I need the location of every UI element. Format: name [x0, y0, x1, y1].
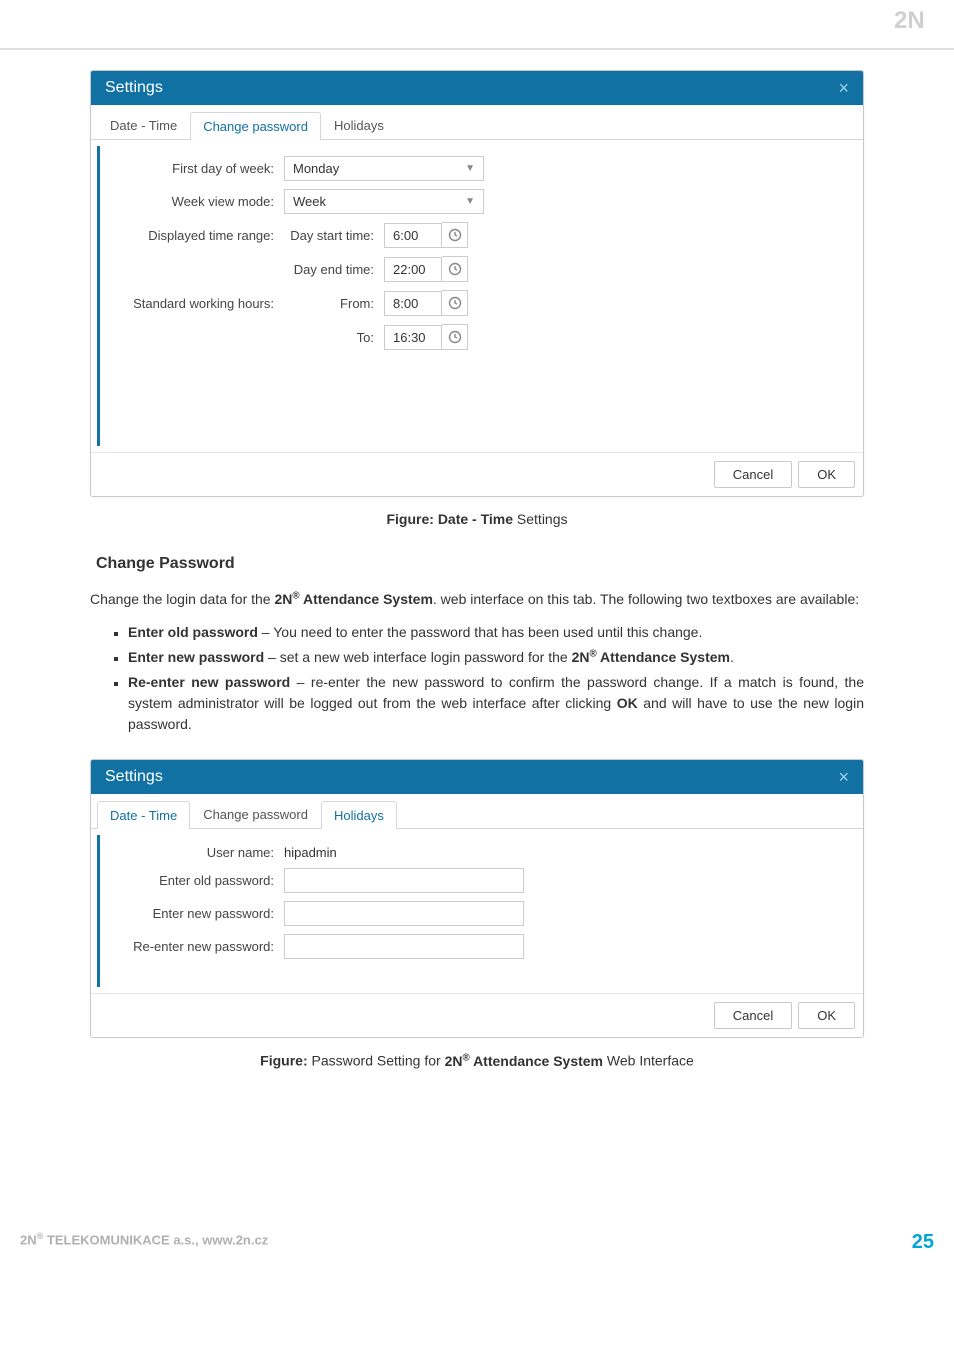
- oldpw-label: Enter old password:: [114, 873, 284, 888]
- modal-body: First day of week: Monday ▼ Week view mo…: [97, 146, 857, 446]
- week-view-select[interactable]: Week ▼: [284, 189, 484, 214]
- day-start-label: Day start time:: [284, 228, 384, 243]
- page-header: 2N: [0, 0, 954, 50]
- tab-holidays[interactable]: Holidays: [321, 801, 397, 829]
- bullet-reenter-password: Re-enter new password – re-enter the new…: [128, 672, 864, 735]
- displayed-range-label: Displayed time range:: [114, 228, 284, 243]
- page-content: Settings × Date - Time Change password H…: [0, 50, 954, 1217]
- svg-text:2N: 2N: [894, 7, 925, 34]
- clock-icon[interactable]: [442, 222, 468, 248]
- tab-holidays[interactable]: Holidays: [321, 111, 397, 139]
- figure-caption-1: Figure: Date - Time Settings: [90, 511, 864, 527]
- bullet-new-password: Enter new password – set a new web inter…: [128, 647, 864, 668]
- settings-modal-password: Settings × Date - Time Change password H…: [90, 759, 864, 1038]
- day-end-label: Day end time:: [284, 262, 384, 277]
- ok-button[interactable]: OK: [798, 461, 855, 488]
- week-view-value: Week: [293, 194, 326, 209]
- day-start-input[interactable]: [384, 223, 442, 248]
- close-icon[interactable]: ×: [838, 79, 849, 97]
- chevron-down-icon: ▼: [465, 163, 475, 174]
- page-footer: 2N® TELEKOMUNIKACE a.s., www.2n.cz 25: [0, 1217, 954, 1268]
- to-input[interactable]: [384, 325, 442, 350]
- tab-date-time[interactable]: Date - Time: [97, 111, 190, 139]
- new-password-input[interactable]: [284, 901, 524, 926]
- from-label: From:: [284, 296, 384, 311]
- cancel-button[interactable]: Cancel: [714, 1002, 792, 1029]
- modal-title-text: Settings: [105, 79, 163, 97]
- username-value: hipadmin: [284, 845, 337, 860]
- first-day-select[interactable]: Monday ▼: [284, 156, 484, 181]
- clock-icon[interactable]: [442, 324, 468, 350]
- modal-body: User name: hipadmin Enter old password: …: [97, 835, 857, 987]
- week-view-label: Week view mode:: [114, 194, 284, 209]
- cancel-button[interactable]: Cancel: [714, 461, 792, 488]
- day-end-input[interactable]: [384, 257, 442, 282]
- modal-footer: Cancel OK: [91, 452, 863, 496]
- newpw-label: Enter new password:: [114, 906, 284, 921]
- old-password-input[interactable]: [284, 868, 524, 893]
- tab-change-password[interactable]: Change password: [190, 800, 321, 828]
- tabs: Date - Time Change password Holidays: [91, 105, 863, 140]
- tab-change-password[interactable]: Change password: [190, 112, 321, 140]
- bullet-old-password: Enter old password – You need to enter t…: [128, 622, 864, 643]
- settings-modal-datetime: Settings × Date - Time Change password H…: [90, 70, 864, 497]
- chevron-down-icon: ▼: [465, 196, 475, 207]
- section-heading: Change Password: [96, 555, 864, 573]
- close-icon[interactable]: ×: [838, 768, 849, 786]
- first-day-value: Monday: [293, 161, 339, 176]
- modal-footer: Cancel OK: [91, 993, 863, 1037]
- modal-titlebar: Settings ×: [91, 71, 863, 105]
- std-hours-label: Standard working hours:: [114, 296, 284, 311]
- figure-caption-2: Figure: Password Setting for 2N® Attenda…: [90, 1052, 864, 1069]
- to-label: To:: [284, 330, 384, 345]
- bullet-list: Enter old password – You need to enter t…: [90, 622, 864, 735]
- clock-icon[interactable]: [442, 290, 468, 316]
- clock-icon[interactable]: [442, 256, 468, 282]
- footer-left: 2N® TELEKOMUNIKACE a.s., www.2n.cz: [20, 1231, 268, 1254]
- modal-titlebar: Settings ×: [91, 760, 863, 794]
- reenter-password-input[interactable]: [284, 934, 524, 959]
- renewpw-label: Re-enter new password:: [114, 939, 284, 954]
- page-number: 25: [912, 1231, 934, 1254]
- from-input[interactable]: [384, 291, 442, 316]
- tabs: Date - Time Change password Holidays: [91, 794, 863, 829]
- first-day-label: First day of week:: [114, 161, 284, 176]
- brand-logo-icon: 2N: [894, 6, 934, 34]
- ok-button[interactable]: OK: [798, 1002, 855, 1029]
- intro-paragraph: Change the login data for the 2N® Attend…: [90, 589, 864, 610]
- username-label: User name:: [114, 845, 284, 860]
- modal-title-text: Settings: [105, 768, 163, 786]
- tab-date-time[interactable]: Date - Time: [97, 801, 190, 829]
